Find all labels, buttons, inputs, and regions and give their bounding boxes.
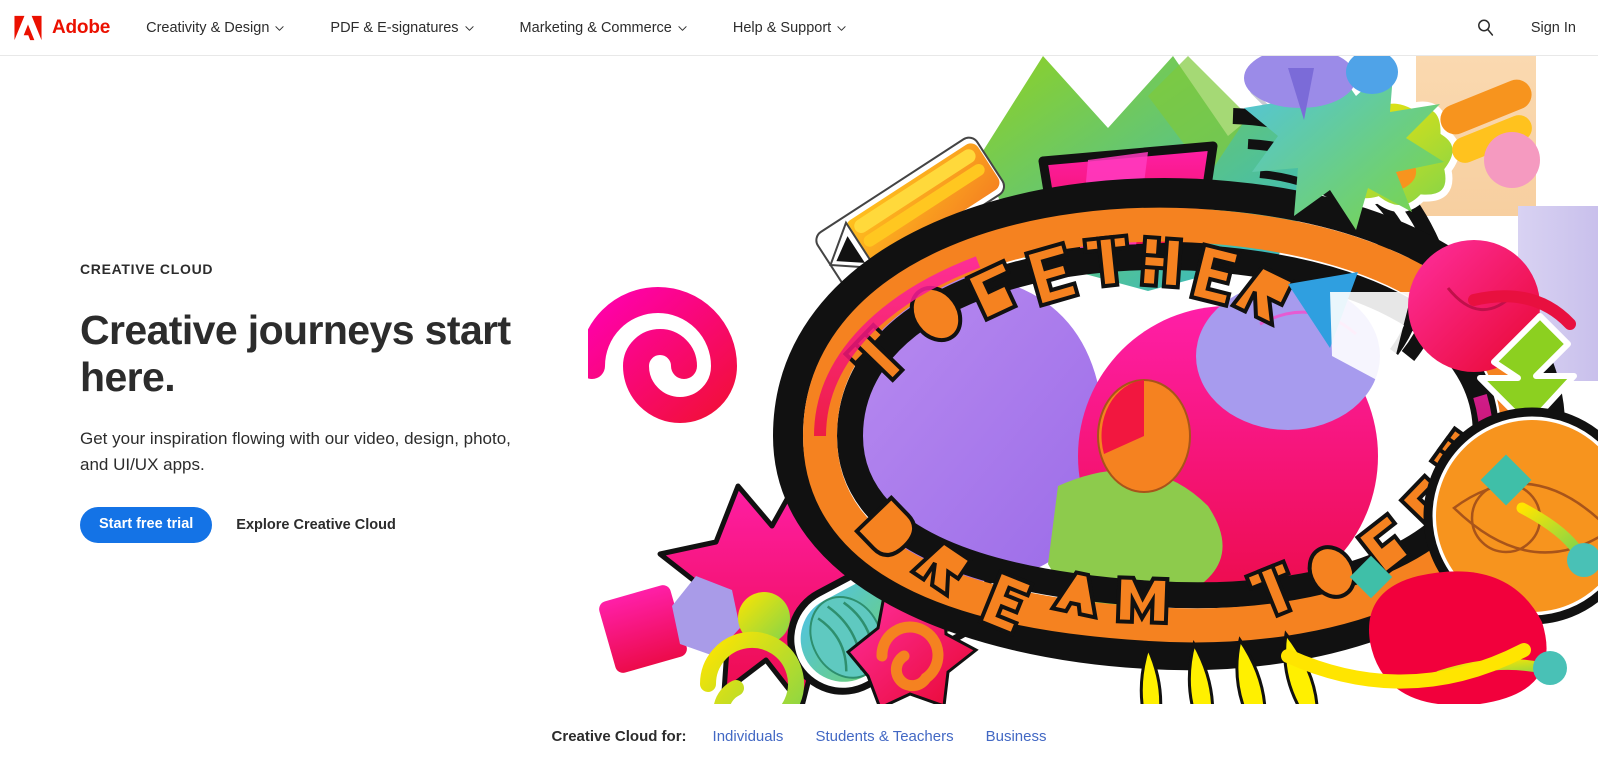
hero-subheading: Get your inspiration flowing with our vi…	[80, 429, 511, 474]
nav-item-pdf-esignatures[interactable]: PDF & E-signatures	[330, 14, 474, 42]
nav-item-marketing-commerce[interactable]: Marketing & Commerce	[520, 14, 687, 42]
chevron-down-icon	[464, 26, 474, 31]
audience-selector-bar: Creative Cloud for: Individuals Students…	[0, 704, 1598, 768]
nav-item-help-support[interactable]: Help & Support	[733, 14, 846, 42]
dream-together-illustration	[588, 56, 1598, 704]
chevron-down-icon	[837, 26, 846, 31]
hero-artwork-image	[588, 56, 1598, 704]
search-button[interactable]	[1475, 17, 1497, 39]
nav-item-creativity-design[interactable]: Creativity & Design	[146, 14, 285, 42]
nav-item-label: Marketing & Commerce	[519, 19, 672, 36]
search-icon	[1478, 19, 1494, 36]
start-free-trial-button[interactable]: Start free trial	[80, 507, 213, 543]
hero-copy-block: CREATIVE CLOUD Creative journeys start h…	[80, 261, 550, 543]
audience-label: Creative Cloud for:	[551, 727, 687, 745]
nav-item-label: Creativity & Design	[146, 19, 270, 36]
primary-nav-links: Creativity & Design PDF & E-signatures M…	[146, 14, 846, 42]
explore-creative-cloud-link[interactable]: Explore Creative Cloud	[236, 517, 396, 533]
adobe-a-logo-icon	[14, 15, 42, 40]
nav-item-label: Help & Support	[732, 19, 832, 36]
hero-cta-row: Start free trial Explore Creative Cloud	[80, 507, 550, 543]
audience-link-business[interactable]: Business	[986, 728, 1047, 745]
audience-link-individuals[interactable]: Individuals	[713, 728, 784, 745]
global-navigation-bar: Adobe Creativity & Design PDF & E-signat…	[0, 0, 1598, 56]
nav-utility-group: Sign In	[1475, 17, 1576, 39]
hero-eyebrow: CREATIVE CLOUD	[80, 261, 214, 277]
adobe-wordmark: Adobe	[52, 17, 111, 38]
sign-in-link[interactable]: Sign In	[1531, 20, 1576, 36]
audience-link-students-teachers[interactable]: Students & Teachers	[815, 728, 953, 745]
nav-item-label: PDF & E-signatures	[330, 19, 459, 36]
adobe-logo-home-link[interactable]: Adobe	[14, 15, 110, 41]
chevron-down-icon	[275, 26, 285, 31]
chevron-down-icon	[678, 26, 687, 31]
page-title: Creative journeys start here.	[80, 307, 511, 400]
hero-section: CREATIVE CLOUD Creative journeys start h…	[0, 56, 1598, 704]
